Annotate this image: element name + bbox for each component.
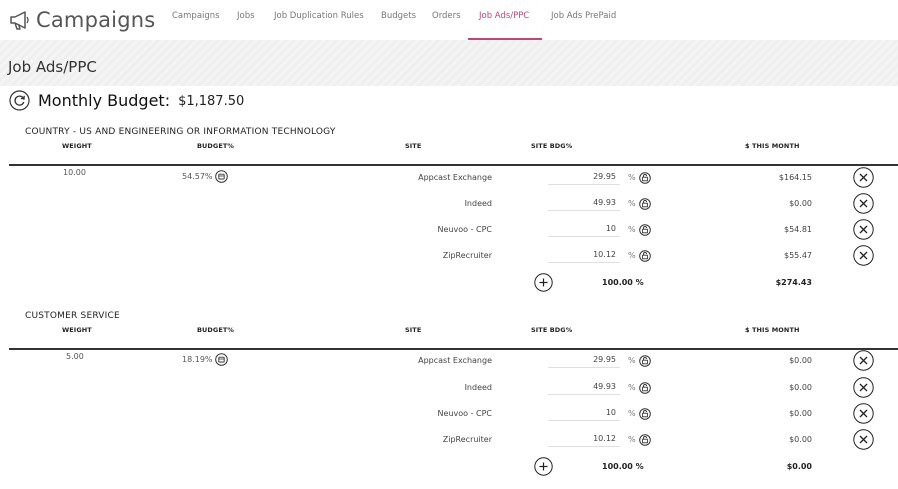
lock-icon[interactable]	[639, 250, 651, 262]
remove-site-button[interactable]	[853, 403, 874, 424]
site-budget-pct-input[interactable]	[548, 168, 620, 185]
site-budget-pct-input[interactable]	[548, 351, 620, 368]
percent-sign: %	[628, 173, 636, 182]
lock-icon[interactable]	[639, 382, 651, 394]
pie-chart-icon[interactable]	[215, 353, 228, 366]
percent-sign: %	[628, 356, 636, 365]
app-title: Campaigns	[36, 8, 156, 32]
nav-job-ads-ppc[interactable]: Job Ads/PPC	[479, 11, 529, 21]
column-header-weight: WEIGHT	[62, 142, 92, 150]
page-area: Job Ads/PPC Monthly Budget: $1,187.50 CO…	[0, 40, 898, 489]
monthly-budget-value: $1,187.50	[178, 94, 245, 109]
add-site-button[interactable]	[534, 273, 553, 292]
megaphone-icon	[10, 11, 29, 30]
lock-icon[interactable]	[639, 172, 651, 184]
page-title: Job Ads/PPC	[8, 58, 97, 76]
campaign-weight: 10.00	[63, 168, 86, 177]
site-budget-pct-input[interactable]	[548, 404, 620, 421]
lock-icon[interactable]	[639, 434, 651, 446]
column-header-budget-pct: BUDGET%	[197, 326, 235, 334]
site-amount: $55.47	[784, 251, 812, 260]
add-site-button[interactable]	[534, 457, 553, 476]
site-name: Indeed	[464, 199, 492, 208]
nav-job-ads-prepaid[interactable]: Job Ads PrePaid	[551, 11, 616, 21]
column-header-site: SITE	[405, 326, 422, 334]
site-budget-pct-input[interactable]	[548, 378, 620, 395]
remove-site-button[interactable]	[853, 245, 874, 266]
nav-orders[interactable]: Orders	[432, 11, 461, 21]
nav-job-duplication-rules[interactable]: Job Duplication Rules	[274, 11, 364, 21]
remove-site-button[interactable]	[853, 219, 874, 240]
total-pct: 100.00 %	[602, 462, 644, 471]
site-budget-pct-input[interactable]	[548, 246, 620, 263]
column-header-site-bdg: SITE BDG%	[531, 326, 573, 334]
site-budget-pct-input[interactable]	[548, 430, 620, 447]
percent-sign: %	[628, 199, 636, 208]
percent-sign: %	[628, 225, 636, 234]
remove-site-button[interactable]	[853, 377, 874, 398]
site-name: Neuvoo - CPC	[437, 225, 492, 234]
site-amount: $54.81	[784, 225, 812, 234]
percent-sign: %	[628, 251, 636, 260]
pie-chart-icon[interactable]	[215, 170, 228, 183]
site-amount: $0.00	[789, 383, 812, 392]
site-name: ZipRecruiter	[442, 435, 492, 444]
nav-campaigns[interactable]: Campaigns	[172, 11, 220, 21]
percent-sign: %	[628, 383, 636, 392]
lock-icon[interactable]	[639, 408, 651, 420]
percent-sign: %	[628, 435, 636, 444]
nav-budgets[interactable]: Budgets	[381, 11, 416, 21]
header-divider	[9, 348, 898, 350]
budget-panel: Monthly Budget: $1,187.50 COUNTRY - US A…	[0, 86, 898, 489]
lock-icon[interactable]	[639, 224, 651, 236]
refresh-icon[interactable]	[9, 90, 30, 111]
total-amount: $274.43	[775, 278, 812, 287]
monthly-budget-label: Monthly Budget:	[38, 91, 171, 110]
column-header-this-month: $ THIS MONTH	[745, 142, 800, 150]
campaign-weight: 5.00	[66, 352, 84, 361]
site-budget-pct-input[interactable]	[548, 194, 620, 211]
nav-jobs[interactable]: Jobs	[237, 11, 255, 21]
top-navigation-bar: Campaigns Campaigns Jobs Job Duplication…	[0, 0, 898, 40]
site-name: Indeed	[464, 383, 492, 392]
column-header-budget-pct: BUDGET%	[197, 142, 235, 150]
site-amount: $0.00	[789, 199, 812, 208]
column-header-site-bdg: SITE BDG%	[531, 142, 573, 150]
remove-site-button[interactable]	[853, 167, 874, 188]
header-divider	[9, 164, 898, 166]
site-budget-pct-input[interactable]	[548, 220, 620, 237]
total-amount: $0.00	[786, 462, 812, 471]
remove-site-button[interactable]	[853, 350, 874, 371]
monthly-budget-row: Monthly Budget: $1,187.50	[9, 90, 244, 111]
campaign-budget-pct: 54.57%	[182, 172, 213, 181]
column-header-this-month: $ THIS MONTH	[745, 326, 800, 334]
site-amount: $164.15	[778, 173, 812, 182]
site-amount: $0.00	[789, 409, 812, 418]
total-pct: 100.00 %	[602, 278, 644, 287]
lock-icon[interactable]	[639, 198, 651, 210]
site-amount: $0.00	[789, 356, 812, 365]
campaign-name: CUSTOMER SERVICE	[25, 311, 120, 321]
campaign-name: COUNTRY - US AND ENGINEERING OR INFORMAT…	[25, 127, 336, 137]
remove-site-button[interactable]	[853, 429, 874, 450]
lock-icon[interactable]	[639, 355, 651, 367]
site-name: Appcast Exchange	[418, 356, 492, 365]
site-name: Neuvoo - CPC	[437, 409, 492, 418]
column-header-weight: WEIGHT	[62, 326, 92, 334]
percent-sign: %	[628, 409, 636, 418]
remove-site-button[interactable]	[853, 193, 874, 214]
campaign-budget-pct: 18.19%	[182, 355, 213, 364]
site-name: Appcast Exchange	[418, 173, 492, 182]
site-amount: $0.00	[789, 435, 812, 444]
column-header-site: SITE	[405, 142, 422, 150]
site-name: ZipRecruiter	[442, 251, 492, 260]
app-brand[interactable]: Campaigns	[8, 6, 155, 34]
